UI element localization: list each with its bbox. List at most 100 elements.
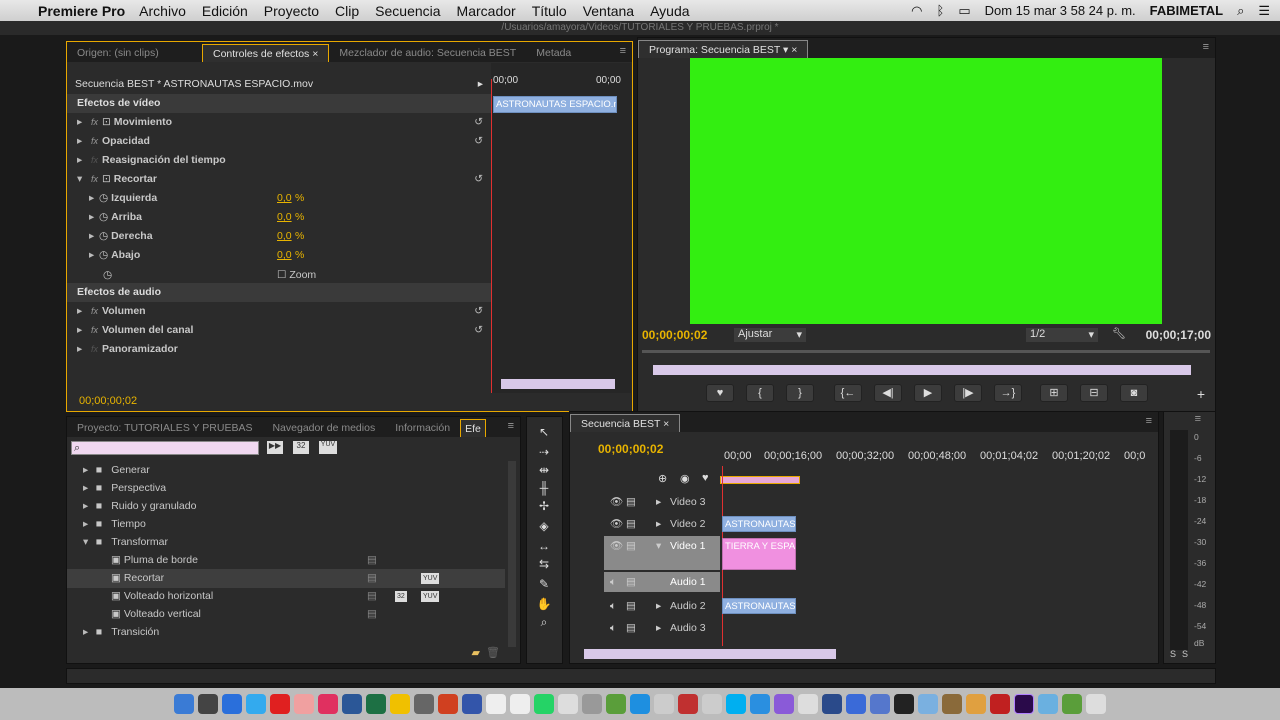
effect-panoramizador[interactable]: ▸ fx Panoramizador	[67, 340, 491, 359]
razor-tool-icon[interactable]: ◈	[535, 519, 553, 535]
effect-recortar[interactable]: ▾ fx ⊡ Recortar ↺	[67, 170, 491, 189]
wrench-icon[interactable]: 🔧︎	[1112, 327, 1126, 340]
program-timecode[interactable]: 00;00;00;02	[642, 328, 707, 342]
app9-icon[interactable]	[822, 694, 842, 714]
snap-icon[interactable]: ⊕	[658, 472, 667, 485]
folder-transformar[interactable]: ▾ ■ Transformar	[67, 533, 505, 552]
powerpoint-icon[interactable]	[438, 694, 458, 714]
app13-icon[interactable]	[918, 694, 938, 714]
app-menu[interactable]: Premiere Pro	[38, 3, 125, 19]
program-scrollbar[interactable]	[653, 365, 1191, 375]
browser-icon[interactable]	[630, 694, 650, 714]
rolling-edit-tool-icon[interactable]: ╫	[535, 481, 553, 497]
finder-icon[interactable]	[174, 694, 194, 714]
app15-icon[interactable]	[966, 694, 986, 714]
app16-icon[interactable]	[990, 694, 1010, 714]
timeline-timecode[interactable]: 00;00;00;02	[598, 442, 663, 456]
whatsapp-icon[interactable]	[534, 694, 554, 714]
app7-icon[interactable]	[774, 694, 794, 714]
video-effects-header[interactable]: Efectos de vídeo	[67, 94, 491, 113]
menu-marcador[interactable]: Marcador	[457, 3, 516, 19]
effect-timecode[interactable]: 00;00;00;02	[79, 395, 137, 407]
app3-icon[interactable]	[654, 694, 674, 714]
extract-button[interactable]: ⊟	[1080, 384, 1108, 402]
param-derecha[interactable]: ▸ ◷ Derecha 0,0%	[67, 227, 491, 246]
app4-icon[interactable]	[678, 694, 698, 714]
effect-volumen-canal[interactable]: ▸ fx Volumen del canal ↺	[67, 321, 491, 340]
menu-archivo[interactable]: Archivo	[139, 3, 186, 19]
wifi-icon[interactable]: ◠	[911, 3, 922, 19]
clip-tierra[interactable]: TIERRA Y ESPAC	[722, 538, 796, 570]
slide-tool-icon[interactable]: ⇆	[535, 557, 553, 573]
app2-icon[interactable]	[582, 694, 602, 714]
play-button[interactable]: ▶	[914, 384, 942, 402]
menu-secuencia[interactable]: Secuencia	[375, 3, 440, 19]
folder-dock-icon[interactable]	[1038, 694, 1058, 714]
app14-icon[interactable]	[942, 694, 962, 714]
folder-perspectiva[interactable]: ▸ ■ Perspectiva	[67, 479, 505, 498]
track-audio-3[interactable]: 🔈︎ ▤ ▸ Audio 3	[570, 618, 720, 638]
go-to-out-button[interactable]: →}	[994, 384, 1022, 402]
app8-icon[interactable]	[798, 694, 818, 714]
clip-astronautas-a2[interactable]: ASTRONAUTAS	[722, 598, 796, 614]
effect-reasignacion[interactable]: ▸ fx Reasignación del tiempo	[67, 151, 491, 170]
folder-generar[interactable]: ▸ ■ Generar	[67, 461, 505, 480]
track-video-3[interactable]: 👁︎ ▤ ▸ Video 3	[570, 492, 720, 512]
mark-in-button[interactable]: {	[746, 384, 774, 402]
effect-timeline[interactable]: 00;00 00;00 ASTRONAUTAS ESPACIO.m	[491, 63, 631, 393]
effect-volumen[interactable]: ▸ fx Volumen ↺	[67, 302, 491, 321]
track-select-tool-icon[interactable]: ⇢	[535, 445, 553, 461]
app10-icon[interactable]	[846, 694, 866, 714]
delete-icon[interactable]: 🗑︎	[486, 646, 500, 659]
app-icon[interactable]	[462, 694, 482, 714]
solo-button[interactable]: S	[1170, 649, 1176, 659]
tab-media-browser[interactable]: Navegador de medios	[262, 419, 385, 437]
menu-ventana[interactable]: Ventana	[583, 3, 634, 19]
track-audio-1[interactable]: 🔈︎ ▤ Audio 1	[604, 572, 720, 592]
solo-button[interactable]: S	[1182, 649, 1188, 659]
tab-metadata[interactable]: Metada	[526, 44, 581, 62]
appstore-icon[interactable]	[246, 694, 266, 714]
folder-tiempo[interactable]: ▸ ■ Tiempo	[67, 515, 505, 534]
filter-yuv-button[interactable]: YUV	[319, 441, 337, 454]
slip-tool-icon[interactable]: ↔	[535, 539, 553, 555]
tab-source[interactable]: Origen: (sin clips)	[67, 44, 202, 62]
app6-icon[interactable]	[750, 694, 770, 714]
effects-scrollbar[interactable]	[508, 461, 516, 647]
itunes-icon[interactable]	[318, 694, 338, 714]
menu-proyecto[interactable]: Proyecto	[264, 3, 319, 19]
add-marker-button[interactable]: ♥	[706, 384, 734, 402]
selection-tool-icon[interactable]: ↖	[535, 425, 553, 441]
add-button-icon[interactable]: +	[1197, 386, 1205, 402]
tab-project[interactable]: Proyecto: TUTORIALES Y PRUEBAS	[67, 419, 262, 437]
effect-volteado-vertical[interactable]: ▣ Volteado vertical ▤	[67, 605, 505, 624]
tab-effect-controls[interactable]: Controles de efectos ×	[202, 44, 330, 62]
list-icon[interactable]: ☰	[1258, 3, 1270, 19]
effect-movimiento[interactable]: ▸ fx ⊡ Movimiento ↺	[67, 113, 491, 132]
app11-icon[interactable]	[870, 694, 890, 714]
search-icon[interactable]: ⌕	[1237, 3, 1244, 19]
program-ruler[interactable]	[642, 350, 1210, 353]
app12-icon[interactable]	[894, 694, 914, 714]
user-name[interactable]: FABIMETAL	[1150, 3, 1223, 18]
add-marker-icon[interactable]: ♥	[702, 472, 709, 484]
marker-icon[interactable]: ◉	[680, 472, 690, 485]
step-forward-button[interactable]: |▶	[954, 384, 982, 402]
panel-menu-icon[interactable]: ≡	[1203, 41, 1209, 53]
rate-stretch-tool-icon[interactable]: ✢	[535, 499, 553, 515]
tab-audio-mixer[interactable]: Mezclador de audio: Secuencia BEST	[329, 44, 526, 62]
outlook-icon[interactable]	[390, 694, 410, 714]
tab-effects[interactable]: Efe	[460, 419, 486, 437]
accelerated-filter-icon[interactable]: ▶▶	[267, 441, 283, 454]
param-izquierda[interactable]: ▸ ◷ Izquierda 0,0%	[67, 189, 491, 208]
panel-menu-icon[interactable]: ≡	[508, 420, 514, 432]
preview-icon[interactable]	[558, 694, 578, 714]
notes-icon[interactable]	[486, 694, 506, 714]
word-icon[interactable]	[342, 694, 362, 714]
panel-menu-icon[interactable]: ≡	[1195, 413, 1201, 425]
premiere-icon[interactable]	[1014, 694, 1034, 714]
quality-select[interactable]: 1/2 ▾	[1026, 328, 1098, 342]
tab-sequence[interactable]: Secuencia BEST ×	[570, 414, 681, 432]
lift-button[interactable]: ⊞	[1040, 384, 1068, 402]
clock[interactable]: Dom 15 mar 3 58 24 p. m.	[985, 3, 1136, 18]
